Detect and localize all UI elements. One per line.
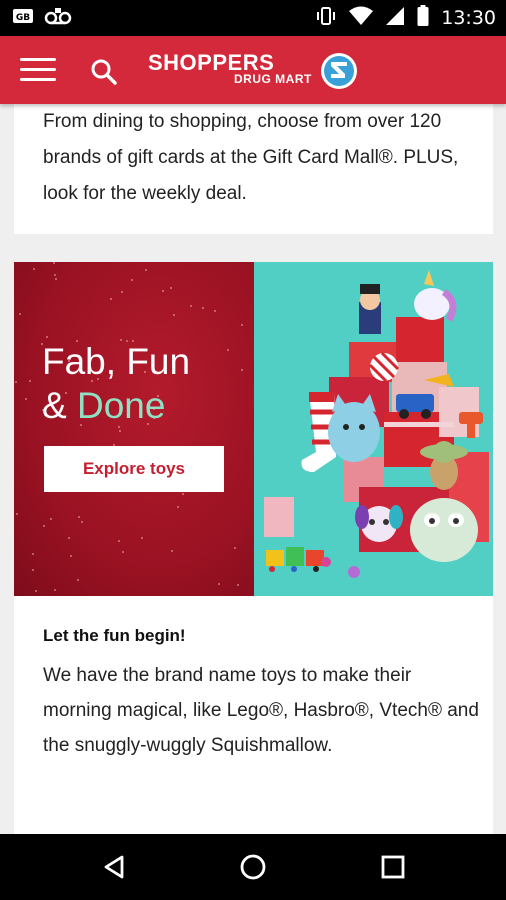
recents-icon[interactable] [378,852,408,882]
sparkle-dot [46,336,48,338]
sparkle-dot [68,537,70,539]
sparkle-dot [170,287,172,289]
signal-icon [385,6,405,31]
sparkle-dot [29,380,31,382]
sparkle-dot [241,369,243,371]
sparkle-dot [177,506,179,508]
svg-text:GB: GB [16,13,30,23]
sparkle-dot [70,555,72,557]
sparkle-dot [214,310,216,312]
sparkle-dot [171,550,173,552]
sparkle-dot [162,290,164,292]
system-nav-bar [0,834,506,900]
promo-body: We have the brand name toys to make thei… [43,665,479,756]
sparkle-dot [202,307,204,309]
sparkle-dot [218,583,220,585]
sparkle-dot [35,590,37,592]
sparkle-dot [25,398,27,400]
sparkle-dot [227,349,229,351]
headline-line2: & Done [42,384,190,428]
sim-icon: GB [12,7,34,30]
toys-illustration [264,270,489,578]
search-icon[interactable] [90,58,118,86]
sparkle-dot [190,305,192,307]
headline-amp: & [42,385,77,426]
banner-text-panel: Fab, Fun & Done Explore toys [14,262,254,596]
sparkle-dot [182,493,184,495]
sparkle-dot [43,525,45,527]
sparkle-dot [234,547,236,549]
sparkle-dot [141,537,143,539]
sparkle-dot [122,551,124,553]
sparkle-dot [19,313,21,315]
vibrate-icon [315,5,337,32]
sparkle-dot [33,268,35,270]
back-icon[interactable] [100,852,130,882]
wifi-icon [349,6,374,31]
sparkle-dot [78,516,80,518]
sparkle-dot [32,553,34,555]
pharmacy-logo-icon [320,52,358,90]
content-area: From dining to shopping, choose from ove… [0,104,506,834]
sparkle-dot [50,518,52,520]
sparkle-dot [16,513,18,515]
sparkle-dot [131,279,133,281]
toys-banner[interactable]: Fab, Fun & Done Explore toys [14,262,493,596]
sparkle-dot [77,579,79,581]
sparkle-dot [241,324,243,326]
app-header: SHOPPERS DRUG MART [0,36,506,104]
toys-image [254,262,493,596]
sparkle-dot [54,274,56,276]
sparkle-dot [118,540,120,542]
toys-promo-card: Fab, Fun & Done Explore toys Let the fun… [14,262,493,834]
sparkle-dot [53,262,55,264]
brand-subname: DRUG MART [234,72,312,86]
brand-logo[interactable]: SHOPPERS DRUG MART [148,50,363,92]
sparkle-dot [110,298,112,300]
menu-icon[interactable] [20,56,58,84]
sparkle-dot [15,381,17,383]
explore-toys-button[interactable]: Explore toys [44,446,224,492]
sparkle-dot [237,584,239,586]
status-time: 13:30 [441,7,496,29]
status-bar: GB 13:30 [0,0,506,36]
voicemail-icon [44,7,72,30]
sparkle-dot [54,589,56,591]
promo-title: Let the fun begin! [43,626,186,645]
sparkle-dot [145,269,147,271]
promo-headline: Fab, Fun & Done [42,340,190,428]
sparkle-dot [32,569,34,571]
sparkle-dot [81,521,83,523]
headline-line1: Fab, Fun [42,341,191,382]
sparkle-dot [55,278,57,280]
gift-card-text: From dining to shopping, choose from ove… [43,111,459,204]
headline-done: Done [76,385,166,426]
home-icon[interactable] [238,852,268,882]
sparkle-dot [119,430,121,432]
sparkle-dot [173,314,175,316]
battery-icon [417,4,429,32]
gift-card-section: From dining to shopping, choose from ove… [14,104,493,234]
sparkle-dot [121,291,123,293]
